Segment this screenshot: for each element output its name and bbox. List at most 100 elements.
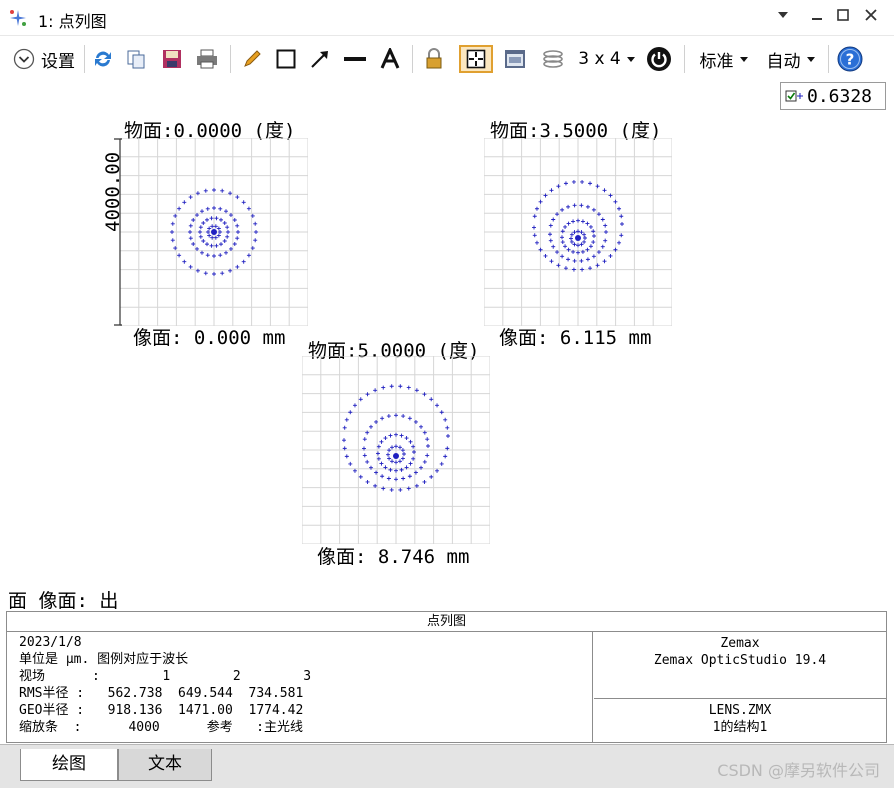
spot-marker xyxy=(207,226,212,231)
lock-icon[interactable] xyxy=(420,45,448,73)
spot-marker xyxy=(399,433,404,438)
auto-dropdown[interactable]: 自动 xyxy=(760,45,822,73)
spot-marker xyxy=(253,238,258,243)
spot-marker xyxy=(388,433,393,438)
spot-marker xyxy=(583,236,587,240)
spot-marker xyxy=(571,267,576,272)
spot-marker xyxy=(201,221,206,226)
spot-marker xyxy=(383,436,388,441)
dropdown-arrow-icon xyxy=(806,57,815,62)
toolbar-divider xyxy=(684,45,685,73)
spot-marker xyxy=(220,271,225,276)
spot-marker xyxy=(387,448,392,453)
spot-marker xyxy=(446,434,450,438)
spot-marker xyxy=(591,229,596,234)
chevron-down-icon[interactable] xyxy=(772,7,794,29)
tab-plot[interactable]: 绘图 xyxy=(20,749,118,781)
spot-marker xyxy=(386,414,391,419)
minimize-icon[interactable] xyxy=(806,7,828,29)
info-panel-title: 点列图 xyxy=(7,612,886,632)
pencil-icon[interactable] xyxy=(238,45,266,73)
close-icon[interactable] xyxy=(860,7,882,29)
spot-marker xyxy=(563,224,568,229)
info-file: LENS.ZMX 1的结构1 xyxy=(594,700,886,742)
spot-marker xyxy=(188,230,192,234)
line-icon[interactable] xyxy=(340,45,370,73)
spot-marker xyxy=(201,238,206,243)
info-software: Zemax Zemax OpticStudio 19.4 xyxy=(594,632,886,699)
spot-marker xyxy=(170,238,175,243)
spot-marker xyxy=(226,230,230,234)
maximize-icon[interactable] xyxy=(832,7,854,29)
spot-marker xyxy=(572,230,577,235)
spot-marker xyxy=(170,230,174,234)
crosshair-icon[interactable] xyxy=(459,45,493,73)
spot-marker xyxy=(608,253,613,258)
spot-marker xyxy=(198,230,202,234)
spot-marker xyxy=(422,392,427,397)
spot-marker xyxy=(579,242,584,247)
spot-marker xyxy=(585,204,590,209)
spot-marker xyxy=(182,200,187,205)
toolbar-divider xyxy=(84,45,85,73)
spot-marker xyxy=(429,474,434,479)
layout-dropdown[interactable]: 3 x 4 xyxy=(576,45,638,73)
power-icon[interactable] xyxy=(644,45,674,73)
spot-marker xyxy=(177,206,182,211)
spot-marker xyxy=(426,444,430,448)
spot-marker xyxy=(188,195,193,200)
spot-marker xyxy=(254,230,258,234)
spot-marker xyxy=(538,199,543,204)
rectangle-icon[interactable] xyxy=(272,45,300,73)
spot-marker xyxy=(218,206,223,211)
spot-marker xyxy=(569,232,574,237)
spot-marker xyxy=(569,239,574,244)
spot-marker xyxy=(412,450,416,454)
spot-marker xyxy=(232,218,237,222)
spot-diagram-1 xyxy=(120,138,308,326)
spot-marker xyxy=(381,385,386,390)
arrow-icon[interactable] xyxy=(306,45,334,73)
window-icon[interactable] xyxy=(500,45,530,73)
spot-marker xyxy=(222,238,227,243)
spot-marker xyxy=(617,206,622,211)
spot-marker xyxy=(398,459,402,464)
surface-status: 面 像面: 出 xyxy=(8,590,119,612)
spot-marker xyxy=(560,207,565,212)
info-rms-radius: RMS半径 : 562.738 649.544 734.581 xyxy=(19,686,304,701)
toolbar-divider xyxy=(230,45,231,73)
spot-marker xyxy=(200,209,204,214)
spot-marker xyxy=(404,436,409,441)
spot-marker xyxy=(556,263,561,268)
spot-marker xyxy=(435,403,440,408)
layers-icon[interactable] xyxy=(538,45,568,73)
spot-marker xyxy=(407,416,412,421)
refresh-icon[interactable] xyxy=(90,45,116,73)
spot-marker xyxy=(588,224,593,229)
spot-marker xyxy=(401,414,406,419)
copy-icon[interactable] xyxy=(122,45,150,73)
toolbar-divider xyxy=(828,45,829,73)
settings-button[interactable]: 设置 xyxy=(8,45,80,73)
tab-text[interactable]: 文本 xyxy=(118,749,212,781)
print-icon[interactable] xyxy=(192,45,222,73)
text-icon[interactable] xyxy=(376,45,404,73)
toolbar: 设置 3 x 4 标准 自动 ? xyxy=(0,37,894,81)
spot-marker xyxy=(579,258,584,263)
spot-marker xyxy=(548,232,552,237)
window-title: 1: 点列图 xyxy=(38,12,107,31)
help-icon[interactable]: ? xyxy=(836,45,864,73)
spot-marker xyxy=(358,474,363,479)
standard-dropdown[interactable]: 标准 xyxy=(694,45,754,73)
checkbox-checked-icon xyxy=(785,90,803,102)
auto-label: 自动 xyxy=(766,51,801,72)
spot-marker xyxy=(225,225,230,230)
spot-marker xyxy=(344,417,349,422)
spot-marker xyxy=(532,225,536,230)
spot-marker xyxy=(560,240,565,245)
info-panel: 点列图 2023/1/8 单位是 μm. 图例对应于波长 视场 : 1 2 3 … xyxy=(6,611,887,743)
spot-marker xyxy=(602,188,607,193)
save-icon[interactable] xyxy=(158,45,186,73)
scale-bar-label: 4000.00 xyxy=(102,151,124,232)
spot-marker xyxy=(588,181,593,186)
